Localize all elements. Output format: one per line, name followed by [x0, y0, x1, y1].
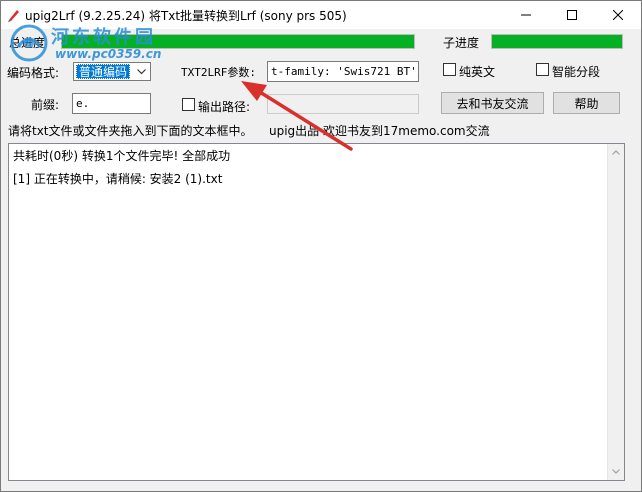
scroll-up-icon[interactable] — [608, 144, 624, 161]
maximize-button[interactable] — [549, 1, 595, 29]
pure-english-checkbox[interactable] — [443, 63, 456, 76]
scroll-down-icon[interactable] — [608, 463, 624, 480]
window-title: upig2Lrf (9.2.25.24) 将Txt批量转换到Lrf (sony … — [25, 9, 347, 23]
close-button[interactable] — [595, 1, 641, 29]
maximize-icon — [567, 10, 577, 20]
total-progress-bar — [61, 34, 415, 49]
app-icon — [8, 10, 19, 22]
drag-hint-text: 请将txt文件或文件夹拖入到下面的文本框中。 — [8, 124, 253, 138]
encoding-label: 编码格式: — [7, 66, 60, 80]
app-window: upig2Lrf (9.2.25.24) 将Txt批量转换到Lrf (sony … — [0, 0, 642, 492]
minimize-icon — [521, 14, 531, 16]
total-progress-label: 总进度 — [9, 36, 46, 50]
minimize-button[interactable] — [503, 1, 549, 29]
log-line-progress: [1] 正在转换中，请稍候: 安装2 (1).txt — [13, 172, 223, 186]
log-textarea[interactable]: 共耗时(0秒) 转换1个文件完毕! 全部成功 [1] 正在转换中，请稍候: 安装… — [8, 143, 625, 481]
log-scrollbar[interactable] — [607, 144, 624, 480]
pure-english-label[interactable]: 纯英文 — [459, 63, 495, 80]
smart-paragraph-checkbox[interactable] — [536, 63, 549, 76]
close-icon — [613, 10, 623, 20]
bookfriend-button[interactable]: 去和书友交流 — [441, 92, 544, 114]
output-path-label[interactable]: 输出路径: — [198, 98, 250, 115]
txt2lrf-label: TXT2LRF参数: — [181, 66, 256, 79]
encoding-selected-value: 普通编码 — [76, 64, 131, 79]
title-bar[interactable]: upig2Lrf (9.2.25.24) 将Txt批量转换到Lrf (sony … — [1, 1, 641, 29]
smart-paragraph-label[interactable]: 智能分段 — [552, 63, 600, 80]
sub-progress-bar — [491, 34, 623, 49]
output-path-input[interactable] — [267, 94, 419, 114]
prefix-input[interactable]: e. — [72, 93, 151, 114]
txt2lrf-params-input[interactable]: t-family: 'Swis721 BT'}" — [267, 61, 419, 82]
watermark-url: www.pc0359.cn — [55, 47, 162, 61]
prefix-label: 前缀: — [31, 98, 60, 112]
chevron-down-icon[interactable] — [134, 64, 148, 79]
credit-text: upig出品 欢迎书友到17memo.com交流 — [269, 124, 490, 138]
log-line-summary: 共耗时(0秒) 转换1个文件完毕! 全部成功 — [13, 149, 231, 163]
output-path-checkbox[interactable] — [182, 98, 195, 111]
encoding-select[interactable]: 普通编码 — [73, 62, 151, 81]
help-button[interactable]: 帮助 — [553, 92, 620, 114]
sub-progress-label: 子进度 — [443, 36, 480, 50]
